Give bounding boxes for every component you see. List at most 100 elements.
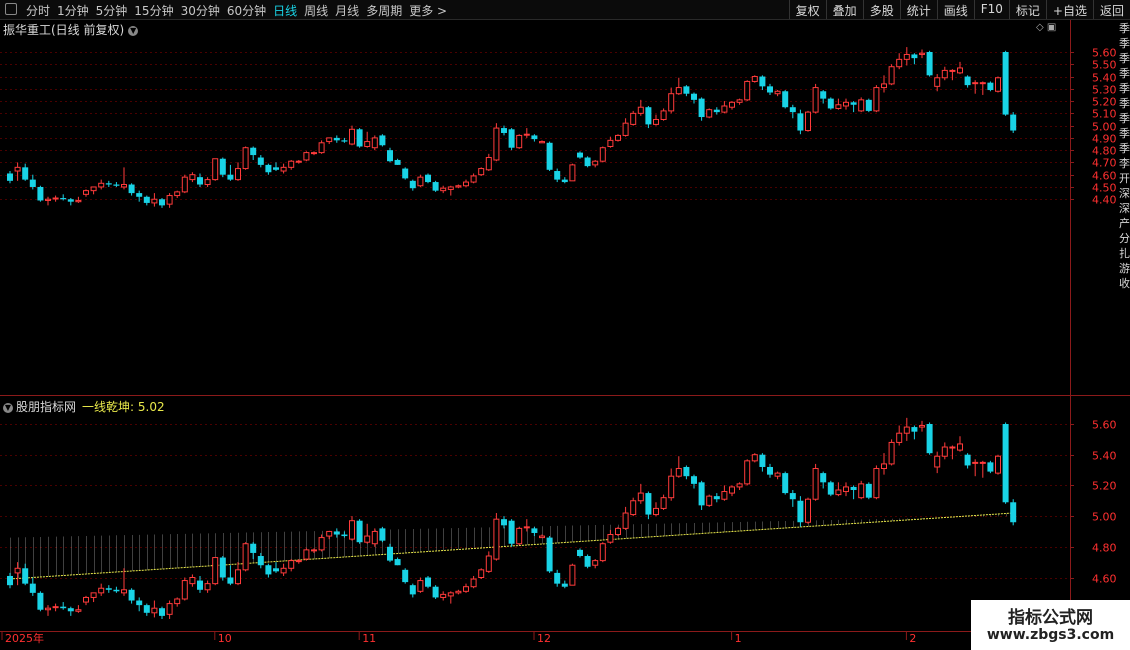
candle-body — [607, 534, 614, 543]
toolbar-button[interactable]: 画线 — [936, 0, 974, 19]
candle-body — [539, 535, 545, 539]
candle-body — [14, 166, 21, 172]
candle-body — [607, 139, 614, 147]
candle-body — [151, 607, 158, 614]
candle-body — [797, 500, 804, 523]
candle-body — [295, 160, 302, 163]
candle-body — [713, 496, 720, 500]
period-tab[interactable]: 更多 > — [409, 2, 447, 19]
candle-body — [812, 87, 819, 113]
candle-body — [29, 583, 36, 593]
y-tick-label: 5.40 — [1092, 450, 1117, 463]
kline-chart[interactable]: 4.404.504.604.704.804.905.005.105.205.30… — [0, 20, 1130, 650]
period-tab[interactable]: 周线 — [304, 2, 328, 19]
period-tab[interactable]: 5分钟 — [96, 2, 128, 19]
candle-body — [219, 557, 226, 578]
period-tab[interactable]: 60分钟 — [227, 2, 266, 19]
y-tick-label: 5.20 — [1092, 480, 1117, 493]
candle-body — [1002, 52, 1009, 115]
candle-body — [174, 191, 181, 197]
candle-body — [584, 556, 591, 567]
period-tab[interactable]: 日线 — [273, 2, 297, 19]
candle-body — [516, 527, 523, 545]
candle-body — [577, 152, 583, 158]
candle-body — [364, 535, 371, 543]
candle-body — [523, 526, 530, 529]
toolbar-button[interactable]: 统计 — [899, 0, 937, 19]
candle-body — [729, 486, 735, 494]
candle-body — [295, 560, 302, 563]
candle-body — [204, 583, 211, 591]
candle-body — [850, 486, 857, 491]
candle-body — [22, 568, 29, 584]
candle-body — [561, 179, 568, 183]
toolbar-button[interactable]: 返回 — [1092, 0, 1130, 19]
candle-body — [941, 69, 948, 79]
candle-body — [159, 608, 165, 616]
layout-icon[interactable] — [5, 3, 17, 15]
top-toolbar: 分时 1分钟 5分钟 15分钟 30分钟 60分钟 日线 周线 月线 多周期 更多 > 复权 叠加 多股… — [0, 0, 1130, 20]
candle-body — [379, 135, 386, 146]
period-tab[interactable]: 1分钟 — [57, 2, 89, 19]
period-tab[interactable]: 分时 — [26, 2, 50, 19]
candle-body — [508, 129, 515, 148]
period-tab[interactable]: 15分钟 — [134, 2, 173, 19]
candle-body — [326, 137, 333, 143]
candle-body — [767, 86, 773, 93]
candle-body — [539, 141, 545, 144]
candle-body — [744, 460, 751, 485]
candle-body — [888, 441, 895, 465]
candle-body — [75, 609, 82, 612]
toolbar-button[interactable]: 多股 — [862, 0, 900, 19]
toolbar-button[interactable]: +自选 — [1045, 0, 1093, 19]
candle-body — [52, 197, 59, 200]
candle-body — [189, 577, 196, 585]
candle-body — [250, 147, 257, 156]
candle-body — [60, 198, 67, 200]
candle-body — [767, 466, 773, 475]
candle-body — [675, 468, 682, 477]
candle-body — [402, 168, 409, 179]
candle-body — [90, 186, 97, 192]
candle-body — [341, 140, 348, 142]
x-tick-label: 2 — [909, 632, 916, 645]
period-tab[interactable]: 多周期 — [366, 2, 402, 19]
candle-body — [341, 534, 348, 537]
candle-body — [364, 141, 371, 147]
period-tab[interactable]: 30分钟 — [181, 2, 220, 19]
candle-body — [303, 549, 310, 560]
candle-body — [387, 150, 393, 162]
candle-body — [493, 518, 500, 560]
candle-body — [121, 184, 127, 188]
candle-body — [926, 52, 933, 76]
toolbar-button[interactable]: 标记 — [1008, 0, 1046, 19]
candle-body — [333, 137, 340, 141]
toolbar-button[interactable]: 叠加 — [825, 0, 863, 19]
y-tick-label: 5.60 — [1092, 47, 1117, 60]
candle-body — [865, 99, 872, 111]
candle-body — [934, 77, 941, 87]
candle-body — [219, 158, 226, 175]
y-tick-label: 4.40 — [1092, 194, 1117, 207]
candle-body — [592, 560, 599, 566]
candle-body — [166, 603, 173, 615]
candle-body — [478, 168, 485, 176]
toolbar-button[interactable]: F10 — [973, 0, 1009, 19]
candle-body — [280, 166, 287, 172]
y-tick-label: 5.00 — [1092, 121, 1117, 134]
period-tab[interactable]: 月线 — [335, 2, 359, 19]
candle-body — [1010, 502, 1017, 523]
candle-body — [83, 596, 89, 603]
candle-body — [280, 567, 287, 574]
toolbar-button[interactable]: 复权 — [788, 0, 826, 19]
candle-body — [645, 107, 652, 125]
candle-body — [645, 493, 652, 515]
candle-body — [463, 181, 469, 187]
candle-body — [698, 482, 705, 506]
candle-body — [569, 164, 576, 182]
candle-body — [417, 580, 424, 592]
candle-body — [911, 54, 918, 59]
y-tick-label: 4.90 — [1092, 133, 1117, 146]
candle-body — [888, 66, 895, 85]
candle-body — [98, 587, 105, 594]
